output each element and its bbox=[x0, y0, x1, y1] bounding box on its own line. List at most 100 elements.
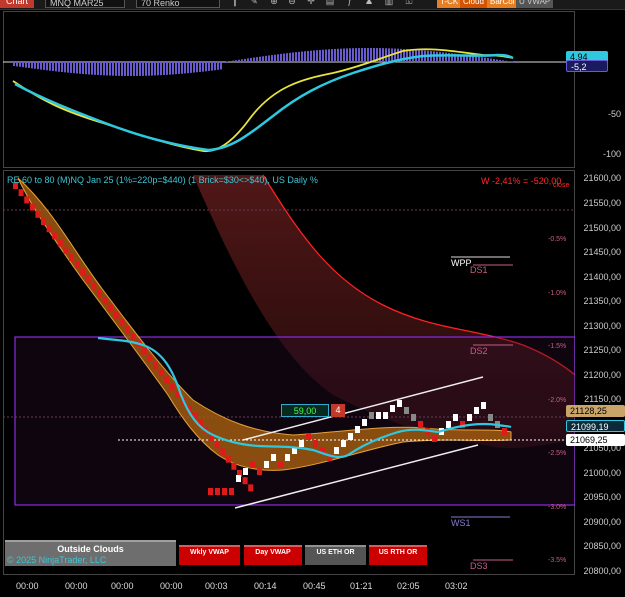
price-label: 20850,00 bbox=[583, 541, 621, 551]
histogram-bar bbox=[118, 62, 120, 76]
histogram-bar bbox=[313, 50, 315, 62]
cloud-button[interactable]: Cloud bbox=[460, 0, 487, 8]
tck-button[interactable]: T-CK bbox=[437, 0, 462, 8]
histogram-bar bbox=[19, 62, 21, 67]
strategies-icon[interactable]: ♟ bbox=[364, 0, 374, 7]
renko-brick bbox=[278, 461, 283, 468]
renko-brick bbox=[41, 218, 46, 225]
renko-brick bbox=[231, 462, 237, 470]
histogram-bar bbox=[409, 49, 411, 62]
us-rth-or-button[interactable]: US RTH OR bbox=[369, 545, 427, 565]
renko-brick bbox=[24, 196, 30, 204]
price-label: 21550,00 bbox=[583, 198, 621, 208]
ds1-label: DS1 bbox=[470, 265, 488, 275]
pct-label: -2.0% bbox=[548, 397, 567, 404]
price-pill: 21069,25 bbox=[566, 434, 625, 446]
time-label: 01:21 bbox=[350, 581, 373, 591]
lock-icon[interactable]: ⚿ bbox=[404, 0, 414, 7]
histogram-bar bbox=[64, 62, 66, 73]
histogram-bar bbox=[514, 62, 516, 63]
histogram-bar bbox=[124, 62, 126, 76]
histogram-bar bbox=[97, 62, 99, 76]
histogram-bar bbox=[412, 49, 414, 62]
histogram-bar bbox=[442, 52, 444, 62]
renko-brick bbox=[369, 412, 374, 419]
histogram-bar bbox=[289, 52, 291, 62]
histogram-bar bbox=[139, 62, 141, 76]
histogram-bar bbox=[73, 62, 75, 74]
draw-icon[interactable]: ✎ bbox=[249, 0, 259, 7]
histogram-bar bbox=[202, 62, 204, 72]
histogram-bar bbox=[364, 48, 366, 62]
histogram-bar bbox=[43, 62, 45, 70]
bars-icon[interactable]: ┃ bbox=[230, 0, 240, 7]
histogram-bar bbox=[55, 62, 57, 72]
renko-brick bbox=[108, 304, 114, 312]
histogram-bar bbox=[382, 48, 384, 62]
templates-icon[interactable]: ▥ bbox=[384, 0, 394, 7]
histogram-bar bbox=[268, 55, 270, 62]
renko-brick bbox=[153, 362, 158, 369]
histogram-bar bbox=[163, 62, 165, 76]
zoom-out-icon[interactable]: ⊖ bbox=[287, 0, 297, 7]
w-label: W -2,41% = -520,00 bbox=[481, 176, 562, 186]
renko-brick bbox=[243, 468, 248, 475]
instrument-selector[interactable]: MNQ MAR25 bbox=[45, 0, 125, 8]
renko-brick bbox=[264, 461, 269, 468]
indicators-icon[interactable]: ƒ bbox=[345, 0, 355, 7]
histogram-bar bbox=[247, 58, 249, 62]
histogram-bar bbox=[349, 48, 351, 62]
histogram-bar bbox=[331, 49, 333, 62]
histogram-bar bbox=[229, 61, 231, 62]
renko-brick bbox=[147, 354, 153, 362]
oscillator-axis: -50 -100 bbox=[575, 11, 625, 168]
price-pill: 21099,19 bbox=[566, 420, 625, 432]
histogram-bar bbox=[310, 50, 312, 62]
chart-tab[interactable]: Chart bbox=[0, 0, 35, 8]
ws1-label: WS1 bbox=[451, 518, 471, 528]
price-label: 20900,00 bbox=[583, 517, 621, 527]
histogram-bar bbox=[319, 49, 321, 62]
renko-brick bbox=[74, 261, 80, 269]
axis-label: -50 bbox=[607, 109, 621, 119]
histogram-bar bbox=[355, 48, 357, 62]
renko-brick bbox=[285, 454, 290, 461]
crosshair-icon[interactable]: ✛ bbox=[306, 0, 316, 7]
histogram-bar bbox=[178, 62, 180, 74]
renko-brick bbox=[341, 440, 346, 447]
renko-brick bbox=[236, 475, 241, 482]
bar-type-selector[interactable]: 70 Renko bbox=[136, 0, 220, 8]
histogram-bar bbox=[28, 62, 30, 69]
uvwap-button[interactable]: U VWAP bbox=[516, 0, 554, 8]
histogram-bar bbox=[238, 59, 240, 62]
zoom-in-icon[interactable]: ⊕ bbox=[269, 0, 279, 7]
histogram-bar bbox=[190, 62, 192, 73]
histogram-bar bbox=[181, 62, 183, 74]
axis-label: -100 bbox=[602, 149, 621, 159]
price-label: 21250,00 bbox=[583, 345, 621, 355]
histogram-bar bbox=[145, 62, 147, 76]
renko-brick bbox=[306, 433, 311, 440]
renko-brick bbox=[488, 414, 493, 421]
renko-brick bbox=[52, 232, 58, 240]
properties-icon[interactable]: ▤ bbox=[325, 0, 335, 7]
histogram-bar bbox=[256, 57, 258, 62]
histogram-bar bbox=[235, 60, 237, 62]
histogram-bar bbox=[325, 49, 327, 62]
us-eth-or-button[interactable]: US ETH OR bbox=[305, 545, 366, 565]
histogram-bar bbox=[385, 48, 387, 62]
histogram-bar bbox=[187, 62, 189, 74]
price-label: 21600,00 bbox=[583, 173, 621, 183]
barcol-button[interactable]: BarCol bbox=[487, 0, 518, 8]
day-vwap-button[interactable]: Day VWAP bbox=[244, 545, 302, 565]
time-label: 00:03 bbox=[205, 581, 228, 591]
histogram-bar bbox=[91, 62, 93, 75]
histogram-bar bbox=[304, 51, 306, 62]
copyright: © 2025 NinjaTrader, LLC bbox=[7, 555, 107, 565]
wkly-vwap-button[interactable]: Wkly VWAP bbox=[179, 545, 240, 565]
histogram-bar bbox=[160, 62, 162, 76]
histogram-bar bbox=[283, 53, 285, 62]
renko-brick bbox=[248, 484, 254, 492]
histogram-bar bbox=[265, 55, 267, 62]
price-label: 21350,00 bbox=[583, 296, 621, 306]
